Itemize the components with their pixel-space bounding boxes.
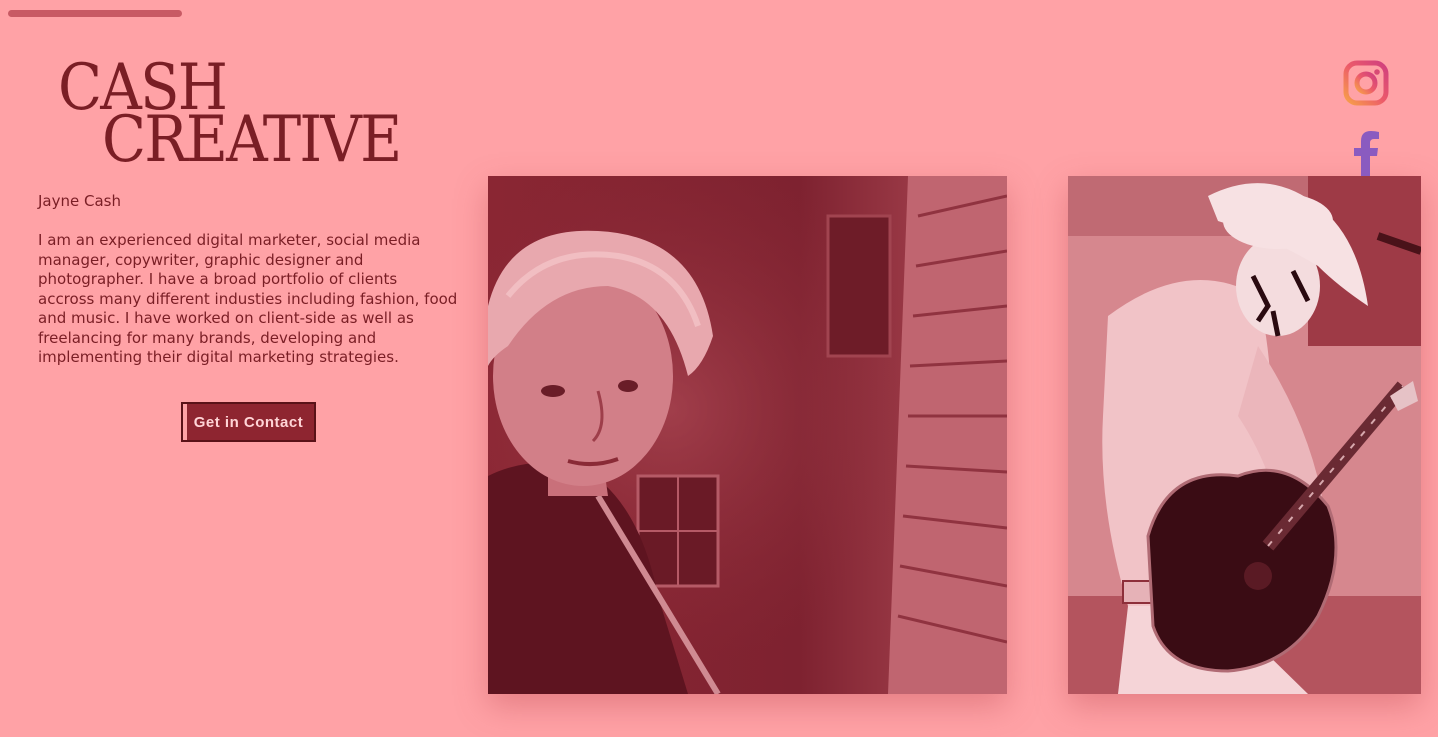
instagram-icon[interactable] bbox=[1343, 60, 1389, 106]
scroll-indicator[interactable] bbox=[8, 10, 182, 17]
logo: CASH CREATIVE bbox=[58, 56, 458, 174]
page: CASH CREATIVE Jayne Cash I am an experie… bbox=[0, 0, 1438, 737]
logo-line-2: CREATIVE bbox=[102, 103, 402, 177]
facebook-icon[interactable] bbox=[1352, 130, 1380, 176]
get-in-contact-button[interactable]: Get in Contact bbox=[181, 402, 316, 442]
bio-text: I am an experienced digital marketer, so… bbox=[38, 231, 458, 366]
guitarist-photo bbox=[1068, 176, 1421, 694]
portrait-photo bbox=[488, 176, 1007, 694]
author-name: Jayne Cash bbox=[38, 192, 121, 210]
